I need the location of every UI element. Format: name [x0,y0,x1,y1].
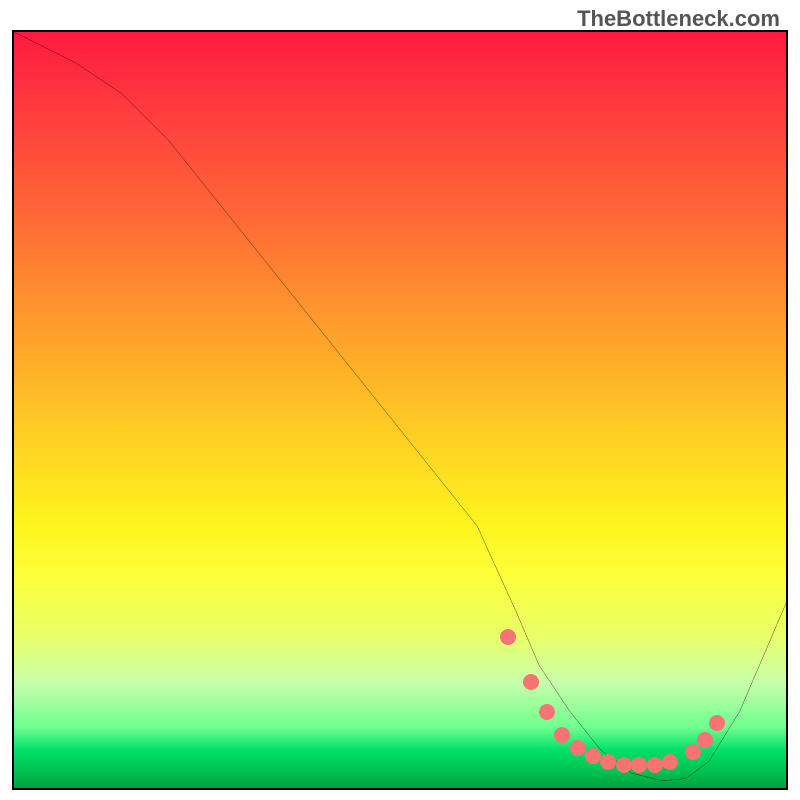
marker-dot [631,757,647,773]
marker-dot [647,757,663,773]
marker-dot [697,732,713,748]
marker-dot [554,727,570,743]
marker-dot [616,757,632,773]
marker-dot [685,744,701,760]
marker-dot [709,715,725,731]
chart-frame [12,30,788,790]
marker-dot [662,754,678,770]
marker-dot [570,740,586,756]
marker-dot [600,754,616,770]
marker-dot [585,748,601,764]
marker-dot [500,629,516,645]
marker-dot [523,674,539,690]
watermark-text: TheBottleneck.com [577,6,780,32]
marker-dot [539,704,555,720]
markers-layer [14,32,786,788]
